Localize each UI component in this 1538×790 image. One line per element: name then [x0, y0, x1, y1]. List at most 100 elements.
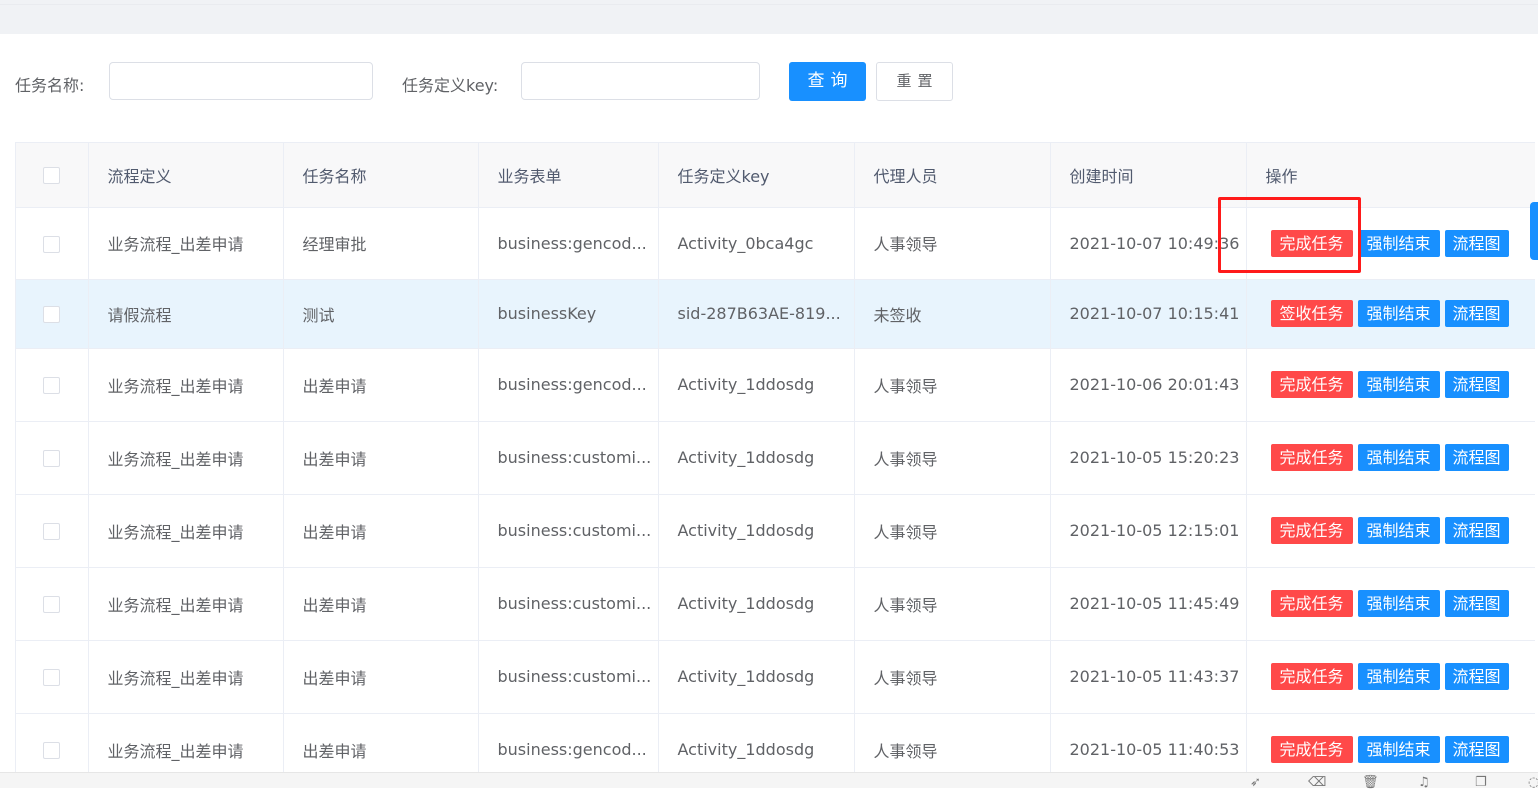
created-time-cell: 2021-10-05 11:45:49: [1050, 567, 1247, 641]
process-cell: 业务流程_出差申请: [88, 567, 284, 641]
business-form-cell: business:gencod...: [478, 207, 659, 280]
flowchart-button[interactable]: 流程图: [1444, 229, 1509, 257]
row-checkbox-cell: [16, 494, 89, 568]
agent-cell: 人事领导: [854, 348, 1051, 422]
table-row[interactable]: 业务流程_出差申请 出差申请 business:customi... Activity…: [16, 567, 1535, 641]
agent-cell: 人事领导: [854, 207, 1051, 280]
task-key-cell: Activity_0bca4gc: [658, 207, 855, 280]
flowchart-button[interactable]: 流程图: [1444, 517, 1509, 544]
eraser-icon[interactable]: ⌫: [1308, 776, 1326, 789]
actions-cell: 完成任务 强制结束 流程图: [1246, 494, 1535, 568]
task-key-input[interactable]: [521, 62, 760, 100]
flowchart-button[interactable]: 流程图: [1444, 444, 1509, 471]
process-cell: 业务流程_出差申请: [88, 494, 284, 568]
force-end-button[interactable]: 强制结束: [1357, 590, 1440, 617]
table-row[interactable]: 业务流程_出差申请 出差申请 business:gencod... Activity_…: [16, 713, 1535, 773]
task-name-cell: 出差申请: [283, 567, 479, 641]
row-checkbox[interactable]: [43, 450, 61, 467]
row-checkbox[interactable]: [43, 669, 61, 686]
query-button[interactable]: 查询: [789, 62, 866, 101]
row-checkbox-cell: [16, 279, 89, 349]
row-checkbox-cell: [16, 207, 89, 280]
complete-task-button[interactable]: 完成任务: [1270, 663, 1353, 690]
business-form-cell: business:gencod...: [478, 348, 659, 422]
more-icon[interactable]: ◌: [1528, 776, 1538, 789]
header-task-key: 任务定义key: [658, 143, 855, 208]
flowchart-button[interactable]: 流程图: [1444, 300, 1509, 327]
task-key-cell: Activity_1ddosdg: [658, 713, 855, 773]
table-row[interactable]: 请假流程 测试 businessKey sid-287B63AE-819... 未签收 2…: [16, 279, 1535, 349]
business-form-cell: business:customi...: [478, 494, 659, 568]
agent-cell: 人事领导: [854, 494, 1051, 568]
row-checkbox[interactable]: [43, 596, 61, 613]
created-time-cell: 2021-10-06 20:01:43: [1050, 348, 1247, 422]
top-band-line: [0, 4, 1538, 5]
task-name-cell: 出差申请: [283, 348, 479, 422]
actions-cell: 完成任务 强制结束 流程图: [1246, 640, 1535, 714]
task-key-cell: Activity_1ddosdg: [658, 348, 855, 422]
created-time-cell: 2021-10-05 11:40:53: [1050, 713, 1247, 773]
complete-task-button[interactable]: 完成任务: [1270, 371, 1353, 398]
table-row[interactable]: 业务流程_出差申请 出差申请 business:customi... Activity…: [16, 640, 1535, 714]
force-end-button[interactable]: 强制结束: [1357, 300, 1440, 327]
business-form-cell: business:customi...: [478, 567, 659, 641]
created-time-cell: 2021-10-05 15:20:23: [1050, 421, 1247, 495]
row-checkbox-cell: [16, 567, 89, 641]
search-form: 任务名称: 任务定义key: 查询 重置: [0, 62, 1000, 102]
task-key-cell: Activity_1ddosdg: [658, 567, 855, 641]
copy-icon[interactable]: ❐: [1475, 776, 1487, 789]
task-name-cell: 出差申请: [283, 494, 479, 568]
task-key-cell: sid-287B63AE-819...: [658, 279, 855, 349]
row-checkbox[interactable]: [43, 742, 61, 759]
reset-button[interactable]: 重置: [876, 62, 953, 101]
header-task-name: 任务名称: [283, 143, 479, 208]
top-band: [0, 0, 1538, 34]
table-row[interactable]: 业务流程_出差申请 出差申请 business:gencod... Activity_…: [16, 348, 1535, 422]
complete-task-button[interactable]: 完成任务: [1270, 444, 1353, 471]
task-name-cell: 出差申请: [283, 713, 479, 773]
header-agent: 代理人员: [854, 143, 1051, 208]
flowchart-button[interactable]: 流程图: [1444, 371, 1509, 398]
trash-icon[interactable]: 🗑: [1362, 776, 1379, 789]
process-cell: 业务流程_出差申请: [88, 348, 284, 422]
task-key-label: 任务定义key:: [402, 76, 499, 95]
table-row[interactable]: 业务流程_出差申请 出差申请 business:customi... Activity…: [16, 421, 1535, 495]
rocket-icon[interactable]: ➶: [1250, 776, 1261, 789]
claim-task-button[interactable]: 签收任务: [1270, 300, 1353, 327]
annotation-highlight-box: [1218, 197, 1361, 273]
force-end-button[interactable]: 强制结束: [1357, 444, 1440, 471]
actions-cell: 完成任务 强制结束 流程图: [1246, 348, 1535, 422]
complete-task-button[interactable]: 完成任务: [1270, 736, 1353, 763]
force-end-button[interactable]: 强制结束: [1357, 229, 1440, 257]
header-created-time: 创建时间: [1050, 143, 1247, 208]
flowchart-button[interactable]: 流程图: [1444, 663, 1509, 690]
row-checkbox[interactable]: [43, 523, 61, 540]
row-checkbox[interactable]: [43, 306, 61, 323]
agent-cell: 人事领导: [854, 567, 1051, 641]
flowchart-button[interactable]: 流程图: [1444, 736, 1509, 763]
actions-cell: 完成任务 强制结束 流程图: [1246, 713, 1535, 773]
force-end-button[interactable]: 强制结束: [1357, 371, 1440, 398]
bottom-toolbar: ➶ ⌫ 🗑 ♫ ❐ ◌: [0, 772, 1538, 789]
table-row[interactable]: 业务流程_出差申请 出差申请 business:customi... Activity…: [16, 494, 1535, 568]
header-process: 流程定义: [88, 143, 284, 208]
row-checkbox[interactable]: [43, 235, 61, 253]
complete-task-button[interactable]: 完成任务: [1270, 517, 1353, 544]
actions-cell: 完成任务 强制结束 流程图: [1246, 567, 1535, 641]
side-drawer-tab[interactable]: [1530, 202, 1538, 260]
task-name-cell: 出差申请: [283, 640, 479, 714]
force-end-button[interactable]: 强制结束: [1357, 663, 1440, 690]
created-time-cell: 2021-10-07 10:49:36: [1050, 207, 1247, 280]
process-cell: 业务流程_出差申请: [88, 640, 284, 714]
force-end-button[interactable]: 强制结束: [1357, 736, 1440, 763]
actions-cell: 签收任务 强制结束 流程图: [1246, 279, 1535, 349]
speaker-icon[interactable]: ♫: [1418, 776, 1430, 789]
complete-task-button[interactable]: 完成任务: [1270, 590, 1353, 617]
flowchart-button[interactable]: 流程图: [1444, 590, 1509, 617]
row-checkbox[interactable]: [43, 377, 61, 394]
force-end-button[interactable]: 强制结束: [1357, 517, 1440, 544]
task-name-input[interactable]: [109, 62, 373, 100]
business-form-cell: business:customi...: [478, 421, 659, 495]
select-all-checkbox[interactable]: [43, 167, 61, 185]
task-key-cell: Activity_1ddosdg: [658, 494, 855, 568]
